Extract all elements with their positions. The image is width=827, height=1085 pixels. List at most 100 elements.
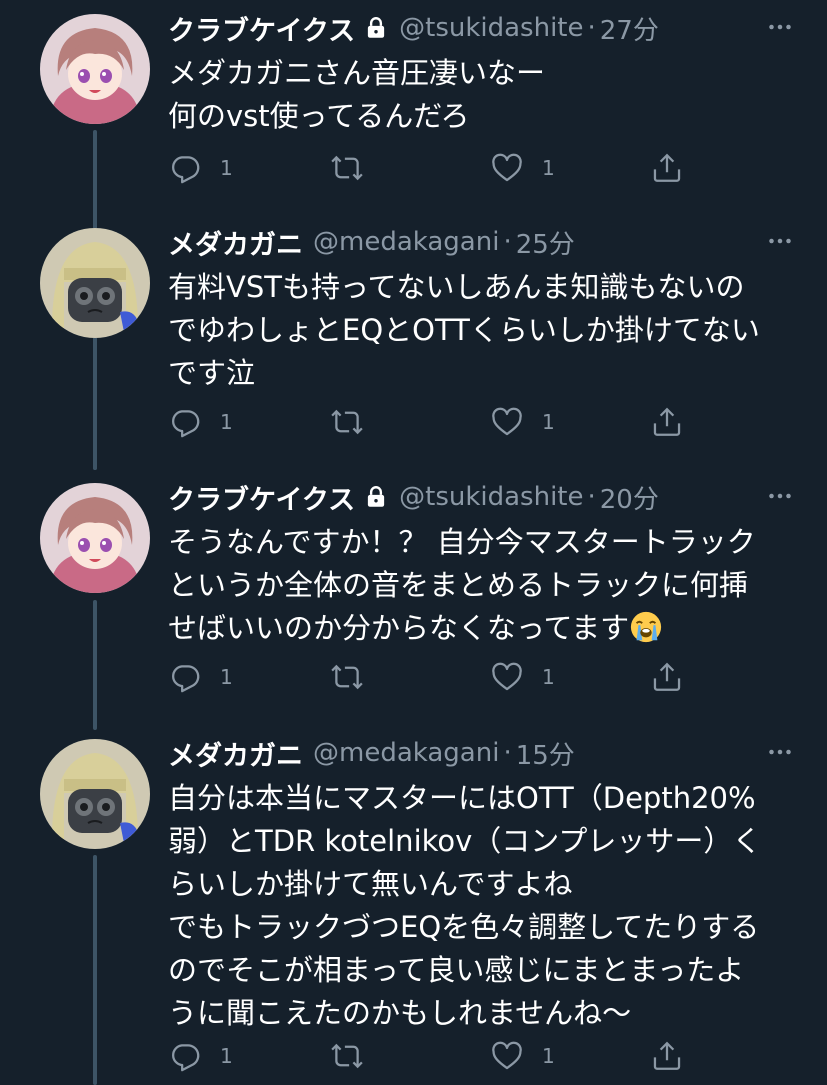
username[interactable]: @medakagani bbox=[313, 738, 499, 768]
tweet-header: クラブケイクス @tsukidashite · 27分 bbox=[168, 6, 797, 50]
avatar[interactable] bbox=[40, 14, 150, 124]
tweet-header: クラブケイクス @tsukidashite · 20分 bbox=[168, 475, 797, 519]
timestamp[interactable]: 25分 bbox=[516, 224, 575, 261]
retweet-button[interactable] bbox=[330, 655, 382, 699]
tweet-text-line: そうなんですか！？ 自分今マスタートラック bbox=[168, 525, 756, 559]
separator-dot: · bbox=[587, 482, 596, 512]
reply-icon bbox=[168, 1039, 202, 1073]
username[interactable]: @tsukidashite bbox=[399, 13, 583, 43]
tweet[interactable]: メダカガニ @medakagani · 25分 有料VSTも持ってないしあんま知… bbox=[0, 220, 827, 470]
tweet-text: メダカガニさん音圧凄いなー 何のvst使ってるんだろ bbox=[168, 52, 797, 138]
action-bar: 1 1 bbox=[168, 1034, 688, 1078]
share-button[interactable] bbox=[650, 146, 684, 190]
tweet-text-line: です泣 bbox=[168, 356, 256, 390]
tweet-text-segment: せばいいのか分からなくなってます bbox=[168, 611, 630, 645]
avatar[interactable] bbox=[40, 483, 150, 593]
avatar-image bbox=[40, 14, 150, 124]
avatar-image bbox=[40, 739, 150, 849]
username[interactable]: @tsukidashite bbox=[399, 482, 583, 512]
reply-icon bbox=[168, 660, 202, 694]
retweet-button[interactable] bbox=[330, 1034, 382, 1078]
like-button[interactable]: 1 bbox=[490, 146, 555, 190]
display-name[interactable]: クラブケイクス bbox=[168, 9, 355, 48]
action-bar: 1 1 bbox=[168, 400, 688, 444]
retweet-icon bbox=[330, 1039, 364, 1073]
display-name[interactable]: メダカガニ bbox=[168, 223, 303, 262]
like-count: 1 bbox=[542, 1044, 555, 1068]
tweet[interactable]: クラブケイクス @tsukidashite · 27分 メダカガニさん音圧凄いな… bbox=[0, 6, 827, 216]
tweet-text-line: のでそこが相まって良い感じにまとまったよ bbox=[168, 953, 745, 987]
tweet-text: そうなんですか！？ 自分今マスタートラック というか全体の音をまとめるトラックに… bbox=[168, 521, 797, 650]
reply-count: 1 bbox=[220, 1044, 233, 1068]
reply-count: 1 bbox=[220, 410, 233, 434]
tweet-text-line: 有料VSTも持ってないしあんま知識もないの bbox=[168, 270, 745, 304]
like-count: 1 bbox=[542, 665, 555, 689]
like-button[interactable]: 1 bbox=[490, 400, 555, 444]
tweet-header: メダカガニ @medakagani · 25分 bbox=[168, 220, 797, 264]
reply-button[interactable]: 1 bbox=[168, 655, 233, 699]
retweet-icon bbox=[330, 151, 364, 185]
timestamp[interactable]: 20分 bbox=[600, 479, 659, 516]
share-icon bbox=[650, 1039, 684, 1073]
separator-dot: · bbox=[503, 227, 512, 257]
tweet-text-line: せばいいのか分からなくなってます bbox=[168, 607, 797, 650]
tweet-text-line: というか全体の音をまとめるトラックに何挿 bbox=[168, 568, 749, 602]
username[interactable]: @medakagani bbox=[313, 227, 499, 257]
like-icon bbox=[490, 660, 524, 694]
tweet-header: メダカガニ @medakagani · 15分 bbox=[168, 731, 797, 775]
more-options-icon[interactable] bbox=[763, 224, 797, 258]
retweet-icon bbox=[330, 660, 364, 694]
reply-button[interactable]: 1 bbox=[168, 400, 233, 444]
like-button[interactable]: 1 bbox=[490, 1034, 555, 1078]
tweet-text-line: らいしか掛けて無いんですよね bbox=[168, 867, 573, 901]
share-icon bbox=[650, 405, 684, 439]
retweet-button[interactable] bbox=[330, 146, 382, 190]
share-icon bbox=[650, 660, 684, 694]
action-bar: 1 1 bbox=[168, 146, 688, 190]
display-name[interactable]: クラブケイクス bbox=[168, 478, 355, 517]
lock-icon bbox=[363, 484, 389, 510]
retweet-button[interactable] bbox=[330, 400, 382, 444]
reply-count: 1 bbox=[220, 665, 233, 689]
like-button[interactable]: 1 bbox=[490, 655, 555, 699]
like-count: 1 bbox=[542, 156, 555, 180]
retweet-icon bbox=[330, 405, 364, 439]
share-button[interactable] bbox=[650, 1034, 684, 1078]
separator-dot: · bbox=[503, 738, 512, 768]
share-button[interactable] bbox=[650, 400, 684, 444]
tweet-text-line: うに聞こえたのかもしれませんね〜 bbox=[168, 996, 632, 1030]
timestamp[interactable]: 27分 bbox=[600, 10, 659, 47]
display-name[interactable]: メダカガニ bbox=[168, 734, 303, 773]
share-icon bbox=[650, 151, 684, 185]
like-icon bbox=[490, 151, 524, 185]
reply-button[interactable]: 1 bbox=[168, 1034, 233, 1078]
reply-button[interactable]: 1 bbox=[168, 146, 233, 190]
avatar-image bbox=[40, 228, 150, 338]
reply-icon bbox=[168, 405, 202, 439]
more-options-icon[interactable] bbox=[763, 479, 797, 513]
tweet-text-line: でゆわしょとEQとOTTくらいしか掛けてない bbox=[168, 313, 760, 347]
timestamp[interactable]: 15分 bbox=[516, 735, 575, 772]
action-bar: 1 1 bbox=[168, 655, 688, 699]
tweet-text-line: 弱）とTDR kotelnikov（コンプレッサー）く bbox=[168, 824, 762, 858]
tweet[interactable]: クラブケイクス @tsukidashite · 20分 そうなんですか！？ 自分… bbox=[0, 475, 827, 725]
more-options-icon[interactable] bbox=[763, 10, 797, 44]
avatar[interactable] bbox=[40, 228, 150, 338]
avatar[interactable] bbox=[40, 739, 150, 849]
like-count: 1 bbox=[542, 410, 555, 434]
tweet-text-line: でもトラックづつEQを色々調整してたりする bbox=[168, 910, 760, 944]
tweet[interactable]: メダカガニ @medakagani · 15分 自分は本当にマスターにはOTT（… bbox=[0, 731, 827, 1085]
tweet-text-line: メダカガニさん音圧凄いなー bbox=[168, 56, 546, 90]
like-icon bbox=[490, 1039, 524, 1073]
reply-count: 1 bbox=[220, 156, 233, 180]
tweet-text-line: 何のvst使ってるんだろ bbox=[168, 99, 470, 133]
avatar-image bbox=[40, 483, 150, 593]
share-button[interactable] bbox=[650, 655, 684, 699]
lock-icon bbox=[363, 15, 389, 41]
reply-icon bbox=[168, 151, 202, 185]
like-icon bbox=[490, 405, 524, 439]
separator-dot: · bbox=[587, 13, 596, 43]
tweet-text: 自分は本当にマスターにはOTT（Depth20% 弱）とTDR kotelnik… bbox=[168, 777, 797, 1035]
loudly-crying-face-icon bbox=[630, 611, 662, 643]
more-options-icon[interactable] bbox=[763, 735, 797, 769]
